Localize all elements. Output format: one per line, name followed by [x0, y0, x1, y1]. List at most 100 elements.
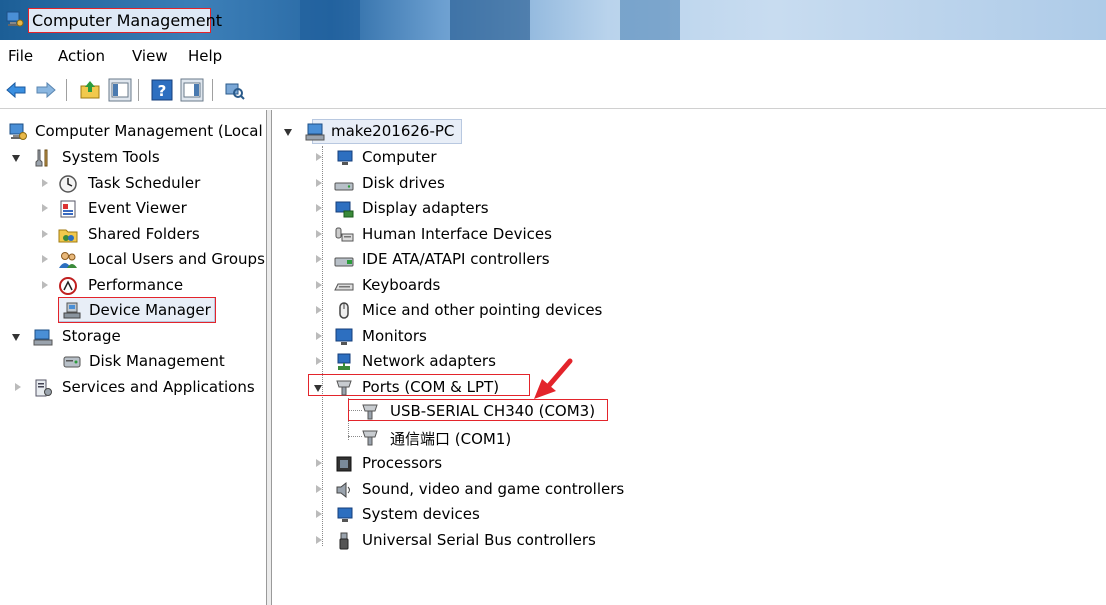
tree-item-category[interactable]: Monitors: [272, 324, 1106, 349]
tree-item-label: Storage: [62, 327, 121, 345]
toolbar-separator: [66, 79, 68, 101]
keyboard-icon: [334, 283, 354, 291]
expand-triangle-icon[interactable]: [316, 485, 322, 493]
expand-triangle-icon[interactable]: [42, 204, 48, 212]
expand-triangle-icon[interactable]: [12, 334, 20, 341]
tree-item-services-applications[interactable]: Services and Applications: [0, 375, 265, 400]
menu-view[interactable]: View: [132, 47, 168, 65]
expand-triangle-icon[interactable]: [42, 230, 48, 238]
tree-item-category[interactable]: Disk drives: [272, 171, 1106, 196]
expand-triangle-icon[interactable]: [316, 204, 322, 212]
annotation-arrow-icon: [534, 358, 573, 399]
display-adapter-icon: [335, 201, 354, 218]
expand-triangle-icon[interactable]: [12, 155, 20, 162]
tree-item-computer-management[interactable]: Computer Management (Local: [0, 119, 265, 144]
menu-file[interactable]: File: [8, 47, 33, 65]
system-device-icon: [337, 507, 353, 522]
tree-item-shared-folders[interactable]: Shared Folders: [0, 222, 265, 247]
tree-item-category[interactable]: Processors: [272, 451, 1106, 476]
expand-triangle-icon[interactable]: [284, 129, 292, 136]
tree-item-label: Monitors: [362, 327, 427, 345]
expand-triangle-icon[interactable]: [316, 230, 322, 238]
disk-drive-icon: [334, 182, 354, 191]
toolbar-separator: [212, 79, 214, 101]
tree-item-local-users-groups[interactable]: Local Users and Groups: [0, 247, 265, 272]
tree-item-label: make201626-PC: [331, 122, 455, 140]
toolbar: ?: [0, 76, 1106, 106]
expand-triangle-icon[interactable]: [316, 179, 322, 187]
tree-item-label: Universal Serial Bus controllers: [362, 531, 596, 549]
tree-item-label: Shared Folders: [88, 225, 200, 243]
expand-triangle-icon[interactable]: [316, 536, 322, 544]
computer-management-icon: [9, 123, 27, 140]
tree-item-device-com1[interactable]: 通信端口 (COM1): [272, 425, 1106, 450]
tree-item-storage[interactable]: Storage: [0, 324, 265, 349]
expand-triangle-icon[interactable]: [316, 255, 322, 263]
tools-icon: [35, 149, 48, 167]
up-folder-icon[interactable]: [78, 78, 102, 102]
disk-icon: [63, 356, 81, 368]
expand-triangle-icon[interactable]: [42, 281, 48, 289]
menu-help[interactable]: Help: [188, 47, 222, 65]
shared-folder-icon: [58, 229, 78, 243]
back-arrow-icon[interactable]: [4, 78, 28, 102]
title-bar[interactable]: Computer Management: [0, 0, 1106, 40]
tree-item-device-usb-serial[interactable]: USB-SERIAL CH340 (COM3): [272, 399, 1106, 424]
expand-triangle-icon[interactable]: [316, 332, 322, 340]
tree-item-category-ports[interactable]: Ports (COM & LPT): [272, 375, 1106, 400]
tree-item-label: Keyboards: [362, 276, 441, 294]
ide-controller-icon: [334, 257, 354, 267]
tree-item-label: Performance: [88, 276, 184, 294]
expand-triangle-icon[interactable]: [316, 357, 322, 365]
tree-item-category[interactable]: Human Interface Devices: [272, 222, 1106, 247]
tree-item-category[interactable]: Display adapters: [272, 196, 1106, 221]
port-icon: [336, 380, 352, 396]
tree-item-root[interactable]: make201626-PC: [272, 119, 1106, 144]
mouse-icon: [339, 302, 349, 319]
tree-item-label: Computer Management (Local: [35, 122, 263, 140]
tree-item-category[interactable]: Computer: [272, 145, 1106, 170]
tree-item-category[interactable]: Universal Serial Bus controllers: [272, 528, 1106, 553]
tree-item-label: Disk Management: [89, 352, 225, 370]
help-icon[interactable]: ?: [150, 78, 174, 102]
tree-item-performance[interactable]: Performance: [0, 273, 265, 298]
device-tree: make201626-PC Computer Disk drives Displ…: [272, 111, 1106, 605]
tree-item-category[interactable]: IDE ATA/ATAPI controllers: [272, 247, 1106, 272]
expand-triangle-icon[interactable]: [42, 179, 48, 187]
tree-item-event-viewer[interactable]: Event Viewer: [0, 196, 265, 221]
expand-triangle-icon[interactable]: [316, 459, 322, 467]
expand-triangle-icon[interactable]: [316, 510, 322, 518]
users-icon: [59, 252, 77, 268]
show-hide-action-pane-icon[interactable]: [180, 78, 204, 102]
tree-item-system-tools[interactable]: System Tools: [0, 145, 265, 170]
expand-triangle-icon[interactable]: [316, 306, 322, 314]
device-manager-icon: [63, 302, 81, 319]
window-title: Computer Management: [32, 11, 223, 30]
tree-item-category[interactable]: Sound, video and game controllers: [272, 477, 1106, 502]
forward-arrow-icon[interactable]: [34, 78, 58, 102]
expand-triangle-icon[interactable]: [42, 255, 48, 263]
title-bar-decoration: [300, 0, 360, 40]
tree-item-category[interactable]: System devices: [272, 502, 1106, 527]
tree-item-label: Mice and other pointing devices: [362, 301, 603, 319]
tree-item-label: System Tools: [62, 148, 160, 166]
port-icon: [362, 430, 378, 446]
tree-item-category[interactable]: Network adapters: [272, 349, 1106, 374]
scan-hardware-icon[interactable]: [222, 78, 246, 102]
computer-management-icon: [6, 11, 24, 27]
expand-triangle-icon[interactable]: [316, 281, 322, 289]
expand-triangle-icon[interactable]: [314, 385, 322, 392]
tree-item-label: Disk drives: [362, 174, 445, 192]
tree-item-label: Event Viewer: [88, 199, 187, 217]
tree-item-label: IDE ATA/ATAPI controllers: [362, 250, 550, 268]
tree-item-label: System devices: [362, 505, 480, 523]
menu-action[interactable]: Action: [58, 47, 105, 65]
expand-triangle-icon[interactable]: [15, 383, 21, 391]
expand-triangle-icon[interactable]: [316, 153, 322, 161]
tree-item-category[interactable]: Keyboards: [272, 273, 1106, 298]
show-hide-console-tree-icon[interactable]: [108, 78, 132, 102]
tree-item-category[interactable]: Mice and other pointing devices: [272, 298, 1106, 323]
tree-item-device-manager[interactable]: Device Manager: [0, 298, 265, 323]
tree-item-disk-management[interactable]: Disk Management: [0, 349, 265, 374]
tree-item-task-scheduler[interactable]: Task Scheduler: [0, 171, 265, 196]
